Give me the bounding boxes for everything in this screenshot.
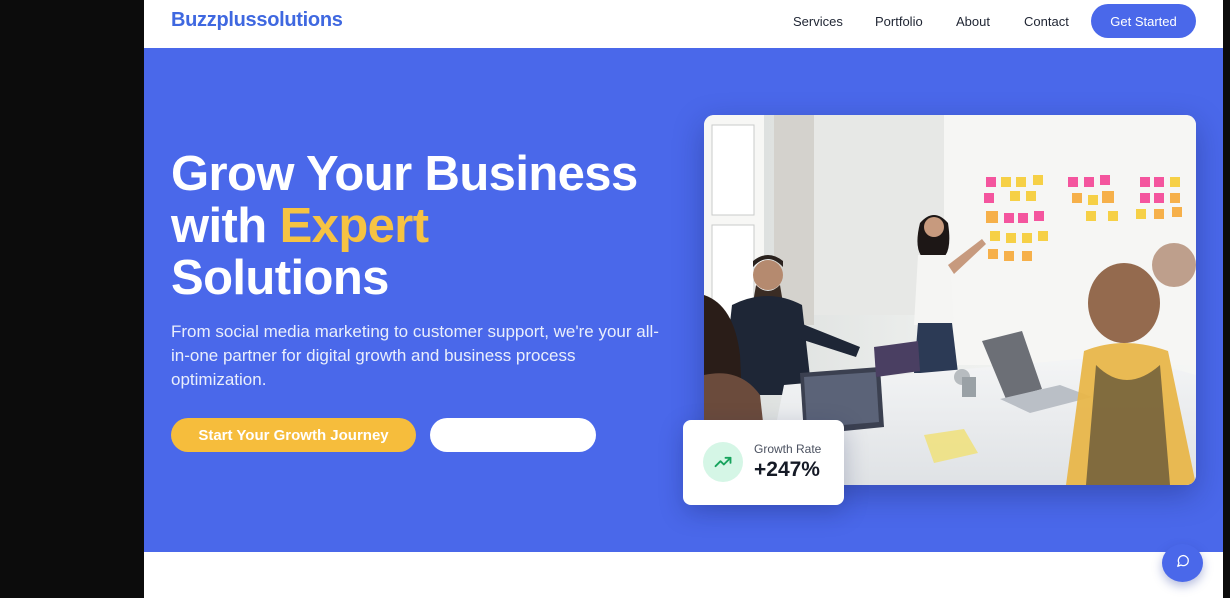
hero-subtitle: From social media marketing to customer … xyxy=(171,322,659,389)
growth-rate-card: Growth Rate +247% xyxy=(683,420,844,505)
get-started-button[interactable]: Get Started xyxy=(1091,4,1196,38)
nav-link-portfolio[interactable]: Portfolio xyxy=(875,14,923,29)
hero-title-line3: Solutions xyxy=(171,251,389,305)
growth-rate-label: Growth Rate xyxy=(754,442,822,456)
growth-rate-value: +247% xyxy=(754,458,820,481)
brand-logo[interactable]: Buzzplussolutions xyxy=(171,9,343,32)
next-section xyxy=(144,552,1223,598)
start-growth-journey-button[interactable]: Start Your Growth Journey xyxy=(171,418,416,452)
secondary-hero-button[interactable] xyxy=(430,418,596,452)
right-letterbox xyxy=(1223,0,1230,598)
hero-title-line2-prefix: with xyxy=(171,199,280,253)
trending-up-icon xyxy=(703,442,743,482)
chat-bubble-icon xyxy=(1176,554,1190,573)
landing-page: Buzzplussolutions Services Portfolio Abo… xyxy=(144,0,1223,598)
nav-link-services[interactable]: Services xyxy=(793,14,843,29)
hero-title: Grow Your Business with Expert Solutions xyxy=(171,148,691,304)
left-letterbox xyxy=(0,0,144,598)
chat-button[interactable] xyxy=(1162,544,1203,582)
site-header: Buzzplussolutions Services Portfolio Abo… xyxy=(144,0,1223,48)
nav-link-about[interactable]: About xyxy=(956,14,990,29)
nav-link-contact[interactable]: Contact xyxy=(1024,14,1069,29)
hero-section: Grow Your Business with Expert Solutions… xyxy=(144,48,1223,552)
hero-title-line1: Grow Your Business xyxy=(171,147,638,201)
hero-title-accent: Expert xyxy=(279,199,430,253)
